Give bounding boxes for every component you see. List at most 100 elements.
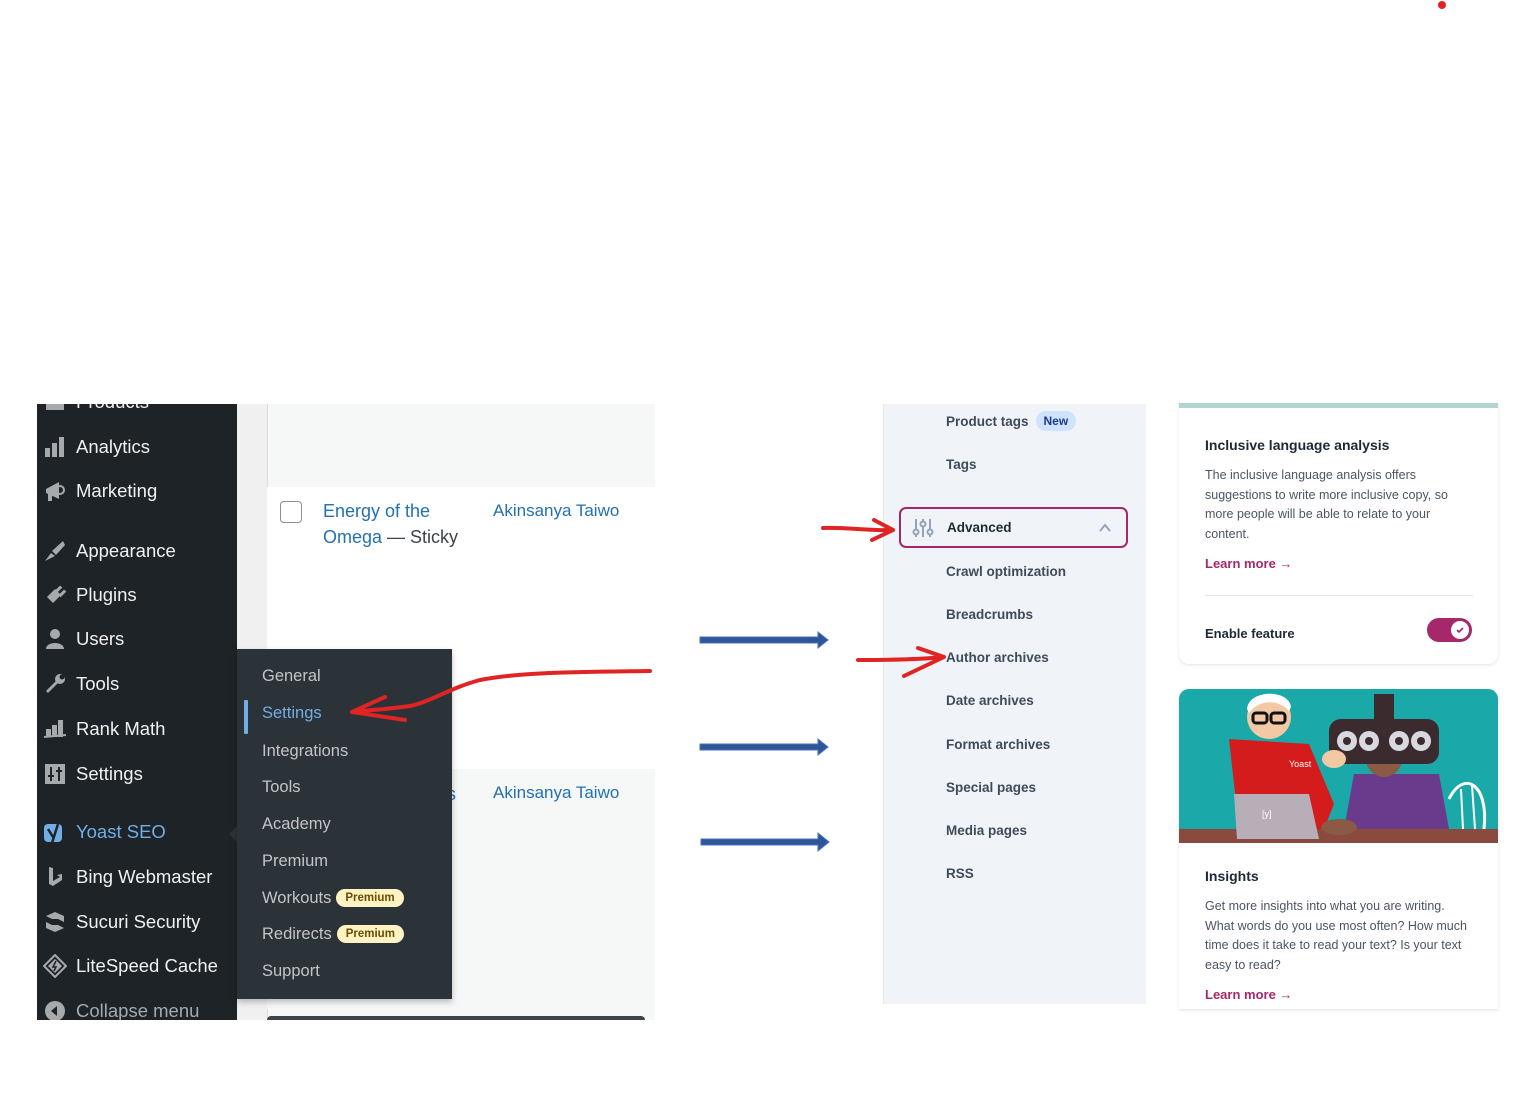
nav-item-media-pages[interactable]: Media pages xyxy=(946,818,1027,842)
premium-badge: Premium xyxy=(336,925,404,943)
post-title-cell: Energy of the Omega — Sticky xyxy=(323,498,473,550)
sidebar-item-settings[interactable]: Settings xyxy=(37,754,237,794)
collapse-menu-button[interactable]: Collapse menu xyxy=(37,991,237,1020)
enable-feature-toggle[interactable] xyxy=(1427,618,1472,642)
submenu-item-redirects[interactable]: Redirects Premium xyxy=(262,919,404,949)
nav-item-format-archives[interactable]: Format archives xyxy=(946,732,1050,756)
nav-item-label: RSS xyxy=(946,865,974,881)
submenu-item-general[interactable]: General xyxy=(262,661,321,691)
blue-arrow xyxy=(700,831,830,853)
sidebar-item-label: Bing Webmaster xyxy=(76,866,213,887)
sidebar-item-tools[interactable]: Tools xyxy=(37,664,237,704)
learn-more-link[interactable]: Learn more → xyxy=(1205,987,1292,1002)
submenu-item-premium[interactable]: Premium xyxy=(262,846,328,876)
yoast-settings-nav: Product tags New Tags Advanced Crawl opt… xyxy=(883,404,1146,1004)
collapse-arrow-icon xyxy=(40,998,70,1020)
card-title: Insights xyxy=(1205,868,1259,884)
sidebar-item-label: Tools xyxy=(76,673,120,694)
bottom-bar xyxy=(267,1016,645,1020)
check-icon xyxy=(1456,627,1464,634)
nav-item-tags[interactable]: Tags xyxy=(946,452,977,476)
nav-item-label: Special pages xyxy=(946,779,1037,795)
sidebar-item-analytics[interactable]: Analytics xyxy=(37,427,237,467)
submenu-item-support[interactable]: Support xyxy=(262,956,320,986)
sidebar-item-rank-math[interactable]: Rank Math xyxy=(37,709,237,749)
shirt-logo-text: Yoast xyxy=(1289,759,1312,769)
nav-section-advanced[interactable]: Advanced xyxy=(899,507,1128,548)
sidebar-item-bing-webmaster[interactable]: Bing Webmaster xyxy=(37,857,237,897)
submenu-item-workouts[interactable]: Workouts Premium xyxy=(262,883,404,913)
plug-icon xyxy=(40,582,70,608)
red-dot-marker xyxy=(1438,1,1446,9)
sidebar-item-marketing[interactable]: Marketing xyxy=(37,471,237,511)
card-title: Inclusive language analysis xyxy=(1205,437,1390,453)
user-icon xyxy=(40,626,70,652)
megaphone-icon xyxy=(40,478,70,504)
card-description: The inclusive language analysis offers s… xyxy=(1205,468,1448,541)
rank-math-icon xyxy=(40,716,70,742)
sidebar-item-appearance[interactable]: Appearance xyxy=(37,531,237,571)
laptop-logo-text: [y] xyxy=(1262,809,1272,819)
sidebar-item-litespeed-cache[interactable]: LiteSpeed Cache xyxy=(37,946,237,986)
nav-item-product-tags[interactable]: Product tags New xyxy=(946,409,1077,433)
sucuri-logo-icon xyxy=(40,909,70,935)
submenu-label: Support xyxy=(262,961,320,980)
submenu-label: Settings xyxy=(262,703,322,722)
bing-logo-icon xyxy=(40,864,70,890)
post-author-link[interactable]: Akinsanya Taiwo xyxy=(493,783,619,803)
row-checkbox[interactable] xyxy=(280,501,302,523)
toggle-knob xyxy=(1451,621,1469,639)
nav-section-label: Advanced xyxy=(947,520,1012,535)
active-indicator xyxy=(244,700,248,734)
submenu-item-academy[interactable]: Academy xyxy=(262,809,331,839)
optometrist-illustration: Yoast [y] xyxy=(1179,689,1498,843)
nav-item-rss[interactable]: RSS xyxy=(946,861,974,885)
feature-card-insights: Yoast [y] Insights Get more insights int… xyxy=(1179,689,1498,1009)
sidebar-item-sucuri-security[interactable]: Sucuri Security xyxy=(37,902,237,942)
wp-admin-sidebar: Products Analytics Marketing Appearance … xyxy=(37,404,237,1020)
paintbrush-icon xyxy=(40,538,70,564)
nav-item-label: Breadcrumbs xyxy=(946,606,1034,622)
yoast-submenu-flyout: General Settings Integrations Tools Acad… xyxy=(237,649,452,999)
submenu-label: Integrations xyxy=(262,741,349,760)
submenu-item-settings[interactable]: Settings xyxy=(262,698,322,728)
premium-badge: Premium xyxy=(336,889,404,907)
blue-arrow xyxy=(699,630,829,650)
submenu-item-integrations[interactable]: Integrations xyxy=(262,736,348,766)
yoast-logo-icon xyxy=(40,819,70,845)
litespeed-diamond-icon xyxy=(40,953,70,979)
submenu-item-tools[interactable]: Tools xyxy=(262,772,301,802)
submenu-label: Workouts xyxy=(262,888,332,907)
post-author-link[interactable]: Akinsanya Taiwo xyxy=(493,501,619,521)
post-state: — Sticky xyxy=(387,527,459,547)
sidebar-item-label: Yoast SEO xyxy=(76,821,166,842)
nav-item-breadcrumbs[interactable]: Breadcrumbs xyxy=(946,602,1033,626)
nav-item-label: Format archives xyxy=(946,736,1051,752)
sidebar-item-plugins[interactable]: Plugins xyxy=(37,575,237,615)
nav-item-date-archives[interactable]: Date archives xyxy=(946,688,1034,712)
nav-item-label: Author archives xyxy=(946,649,1049,665)
chevron-up-icon xyxy=(1099,522,1111,532)
blue-arrow xyxy=(699,737,829,757)
nav-item-special-pages[interactable]: Special pages xyxy=(946,775,1036,799)
nav-item-crawl-optimization[interactable]: Crawl optimization xyxy=(946,559,1066,583)
sidebar-item-label: Sucuri Security xyxy=(76,911,201,932)
sidebar-item-label: Plugins xyxy=(76,584,137,605)
submenu-label: Academy xyxy=(262,814,331,833)
feature-card-inclusive-language: Inclusive language analysis The inclusiv… xyxy=(1179,403,1498,664)
submenu-label: Redirects xyxy=(262,924,332,943)
learn-more-link[interactable]: Learn more → xyxy=(1205,556,1292,571)
nav-item-author-archives[interactable]: Author archives xyxy=(946,645,1049,669)
nav-item-label: Media pages xyxy=(946,822,1028,838)
sidebar-item-label: Rank Math xyxy=(76,718,166,739)
wrench-icon xyxy=(40,671,70,697)
sidebar-item-products[interactable]: Products xyxy=(37,404,237,422)
sidebar-item-label: Appearance xyxy=(76,540,176,561)
nav-item-label: Tags xyxy=(946,456,977,472)
settings-sliders-icon xyxy=(40,761,70,787)
sidebar-item-label: Settings xyxy=(76,763,143,784)
sidebar-item-users[interactable]: Users xyxy=(37,619,237,659)
sidebar-item-label: Users xyxy=(76,628,125,649)
sidebar-item-yoast-seo[interactable]: Yoast SEO xyxy=(37,812,237,852)
card-divider xyxy=(1205,595,1473,596)
